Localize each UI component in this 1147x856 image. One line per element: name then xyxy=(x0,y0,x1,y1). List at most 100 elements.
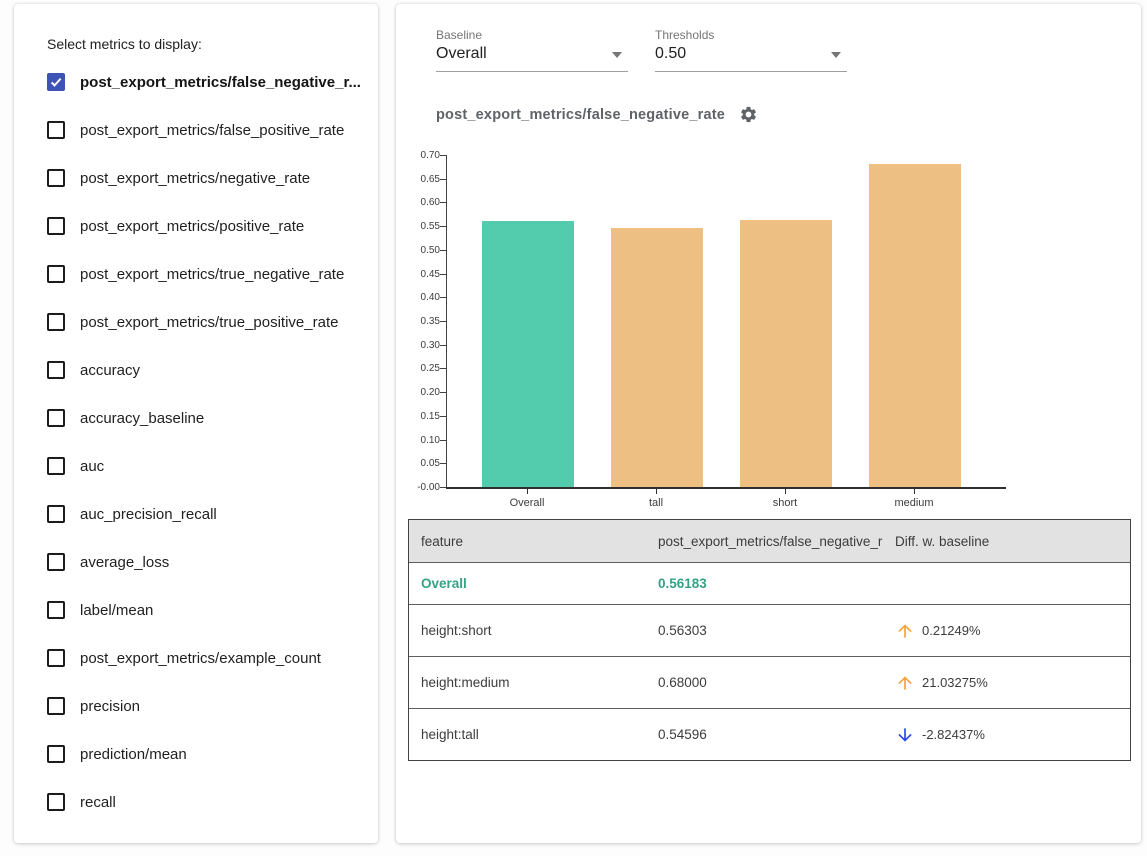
metric-option-1[interactable]: post_export_metrics/false_positive_rate xyxy=(47,106,368,154)
metric-option-label: accuracy_baseline xyxy=(80,410,204,427)
y-axis-tick xyxy=(440,179,446,180)
checkbox-unchecked-icon[interactable] xyxy=(47,649,65,667)
baseline-select[interactable]: Baseline Overall xyxy=(436,28,628,72)
y-axis-label: 0.65 xyxy=(400,174,440,185)
checkbox-unchecked-icon[interactable] xyxy=(47,361,65,379)
metric-value-cell: 0.54596 xyxy=(646,727,883,742)
y-axis-tick xyxy=(440,463,446,464)
metric-selector-title: Select metrics to display: xyxy=(47,36,202,52)
metric-option-15[interactable]: recall xyxy=(47,778,368,826)
checkbox-unchecked-icon[interactable] xyxy=(47,409,65,427)
checkbox-unchecked-icon[interactable] xyxy=(47,697,65,715)
y-axis-label: 0.10 xyxy=(400,435,440,446)
metric-option-11[interactable]: label/mean xyxy=(47,586,368,634)
arrow-down-icon xyxy=(895,725,915,745)
diff-value: -2.82437% xyxy=(922,727,985,742)
metric-option-label: post_export_metrics/example_count xyxy=(80,650,321,667)
x-axis-label-short: short xyxy=(725,497,845,509)
checkbox-unchecked-icon[interactable] xyxy=(47,601,65,619)
bar-chart: 0.700.650.600.550.500.450.400.350.300.25… xyxy=(396,151,1141,523)
y-axis-label: 0.35 xyxy=(400,316,440,327)
metric-value-cell: 0.56303 xyxy=(646,623,883,638)
metric-option-7[interactable]: accuracy_baseline xyxy=(47,394,368,442)
metric-option-label: recall xyxy=(80,794,116,811)
arrow-up-icon xyxy=(895,621,915,641)
metric-option-label: post_export_metrics/true_negative_rate xyxy=(80,266,344,283)
thresholds-select[interactable]: Thresholds 0.50 xyxy=(655,28,847,72)
table-row-height:tall: height:tall0.54596 -2.82437% xyxy=(409,708,1130,760)
checkbox-unchecked-icon[interactable] xyxy=(47,265,65,283)
x-axis-label-tall: tall xyxy=(596,497,716,509)
x-axis-tick xyxy=(914,489,915,494)
y-axis-label: 0.55 xyxy=(400,221,440,232)
metric-option-8[interactable]: auc xyxy=(47,442,368,490)
y-axis-tick xyxy=(440,274,446,275)
metric-option-label: auc_precision_recall xyxy=(80,506,217,523)
fairness-indicators-widget: Select metrics to display: post_export_m… xyxy=(0,0,1147,856)
checkbox-unchecked-icon[interactable] xyxy=(47,457,65,475)
metric-option-5[interactable]: post_export_metrics/true_positive_rate xyxy=(47,298,368,346)
y-axis-label: 0.15 xyxy=(400,411,440,422)
chart-plot-area xyxy=(446,155,1005,487)
baseline-select-value[interactable]: Overall xyxy=(436,45,628,72)
checkbox-unchecked-icon[interactable] xyxy=(47,121,65,139)
table-row-height:medium: height:medium0.6800021.03275% xyxy=(409,656,1130,708)
chart-header: post_export_metrics/false_negative_rate xyxy=(436,105,759,125)
chevron-down-icon xyxy=(612,52,622,58)
baseline-select-label: Baseline xyxy=(436,28,628,42)
metric-option-12[interactable]: post_export_metrics/example_count xyxy=(47,634,368,682)
checkbox-unchecked-icon[interactable] xyxy=(47,745,65,763)
table-row-Overall: Overall0.56183 xyxy=(409,562,1130,604)
checkbox-unchecked-icon[interactable] xyxy=(47,505,65,523)
metric-option-label: post_export_metrics/true_positive_rate xyxy=(80,314,338,331)
column-header-diff: Diff. w. baseline xyxy=(883,534,1130,549)
checkbox-unchecked-icon[interactable] xyxy=(47,793,65,811)
checkbox-unchecked-icon[interactable] xyxy=(47,169,65,187)
diff-cell: 0.21249% xyxy=(883,621,1130,641)
y-axis-tick xyxy=(440,250,446,251)
metric-option-2[interactable]: post_export_metrics/negative_rate xyxy=(47,154,368,202)
metric-option-9[interactable]: auc_precision_recall xyxy=(47,490,368,538)
checkbox-unchecked-icon[interactable] xyxy=(47,217,65,235)
checkbox-unchecked-icon[interactable] xyxy=(47,313,65,331)
metric-option-label: post_export_metrics/false_negative_r... xyxy=(80,74,361,91)
diff-cell: -2.82437% xyxy=(883,725,1130,745)
x-axis-label-medium: medium xyxy=(854,497,974,509)
metric-results-panel: Baseline Overall Thresholds 0.50 post_ex… xyxy=(396,4,1141,843)
thresholds-select-value[interactable]: 0.50 xyxy=(655,45,847,72)
metric-option-14[interactable]: prediction/mean xyxy=(47,730,368,778)
metric-option-6[interactable]: accuracy xyxy=(47,346,368,394)
metric-option-0[interactable]: post_export_metrics/false_negative_r... xyxy=(47,58,368,106)
metric-option-label: post_export_metrics/negative_rate xyxy=(80,170,310,187)
x-axis-tick xyxy=(785,489,786,494)
y-axis-label: 0.40 xyxy=(400,292,440,303)
feature-cell: height:short xyxy=(409,623,646,638)
y-axis-tick xyxy=(440,297,446,298)
checkbox-unchecked-icon[interactable] xyxy=(47,553,65,571)
y-axis-label: 0.30 xyxy=(400,340,440,351)
metric-option-label: auc xyxy=(80,458,104,475)
bar-Overall xyxy=(482,221,574,487)
y-axis-label: 0.50 xyxy=(400,245,440,256)
diff-value: 0.21249% xyxy=(922,623,981,638)
feature-cell: height:medium xyxy=(409,675,646,690)
y-axis-label: 0.25 xyxy=(400,363,440,374)
metric-option-4[interactable]: post_export_metrics/true_negative_rate xyxy=(47,250,368,298)
metric-option-label: precision xyxy=(80,698,140,715)
y-axis-label: 0.05 xyxy=(400,458,440,469)
metric-option-3[interactable]: post_export_metrics/positive_rate xyxy=(47,202,368,250)
thresholds-select-label: Thresholds xyxy=(655,28,847,42)
feature-cell: height:tall xyxy=(409,727,646,742)
metric-table: feature post_export_metrics/false_negati… xyxy=(408,519,1131,761)
metric-option-10[interactable]: average_loss xyxy=(47,538,368,586)
checkbox-checked-icon[interactable] xyxy=(47,73,65,91)
metric-option-label: post_export_metrics/false_positive_rate xyxy=(80,122,344,139)
gear-icon[interactable] xyxy=(739,105,759,125)
metric-value-cell: 0.56183 xyxy=(646,576,883,591)
column-header-feature: feature xyxy=(409,534,646,549)
table-body: Overall0.56183 height:short0.56303 0.21249… xyxy=(409,562,1130,760)
table-row-height:short: height:short0.56303 0.21249% xyxy=(409,604,1130,656)
y-axis-tick xyxy=(440,202,446,203)
metric-option-13[interactable]: precision xyxy=(47,682,368,730)
arrow-up-icon xyxy=(895,673,915,693)
